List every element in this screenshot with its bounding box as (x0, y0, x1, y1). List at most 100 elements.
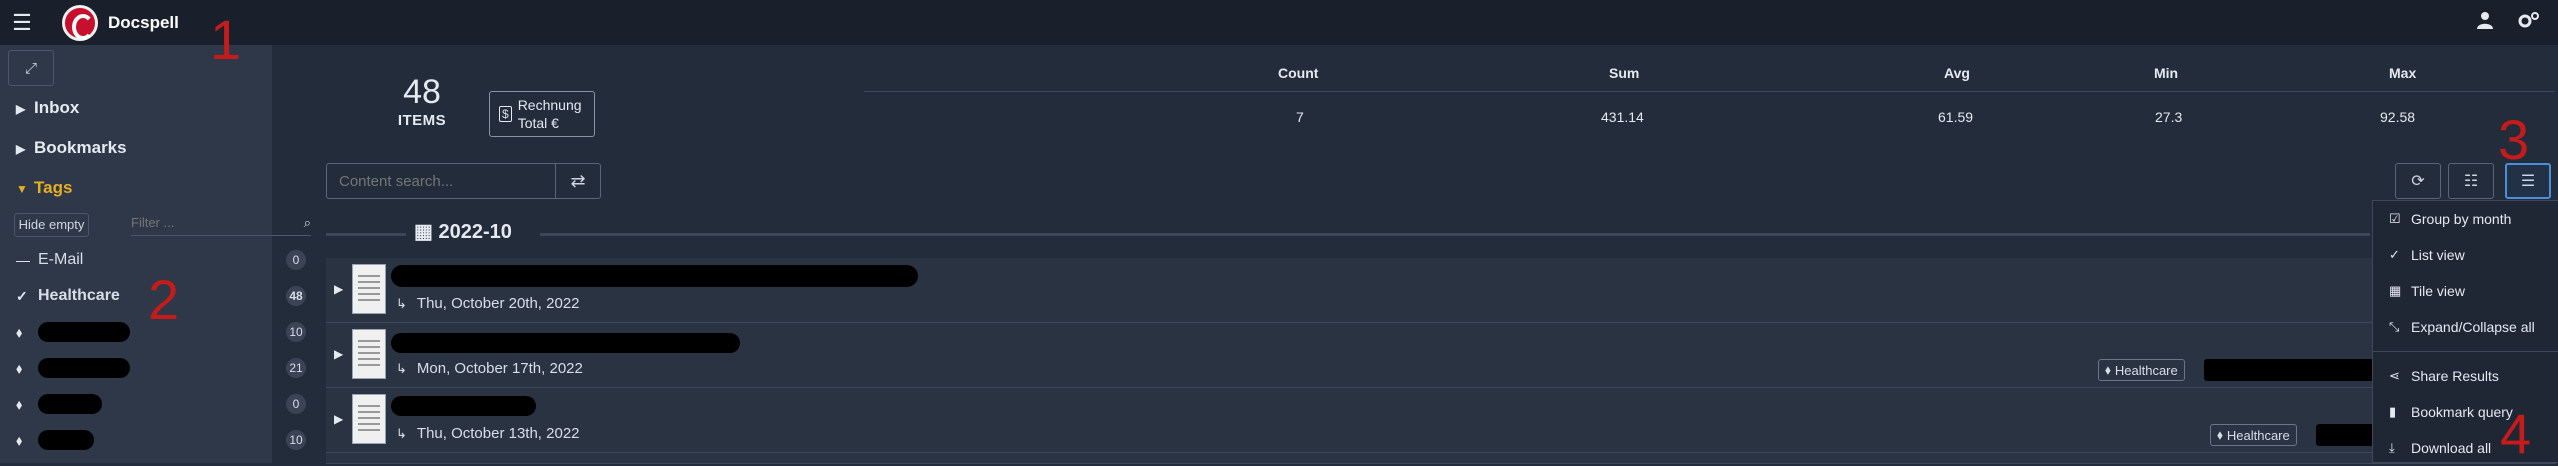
group-label: 2022-10 (438, 221, 512, 243)
document-thumbnail[interactable] (352, 394, 386, 444)
item-date: ↳ Thu, October 20th, 2022 (396, 295, 580, 312)
caret-right-icon: ▶ (16, 102, 26, 116)
item-card[interactable]: ▶ ↳ Mon, October 17th, 2022 ⬧ Healthcare (326, 323, 2556, 388)
redacted-item-title (391, 396, 536, 416)
top-right-controls (2476, 0, 2540, 45)
tag-item[interactable]: ⬧ 10 (16, 425, 306, 455)
group-header: ▦ 2022-10 (414, 219, 512, 244)
money-icon: $ (499, 106, 512, 122)
item-date: ↳ Mon, October 17th, 2022 (396, 360, 583, 377)
menu-divider (2373, 351, 2558, 352)
caret-right-icon[interactable]: ▶ (334, 412, 343, 426)
stats-divider (864, 91, 2554, 92)
collapse-icon: ⤡ (2389, 319, 2400, 334)
check-icon: ✓ (16, 287, 28, 304)
sidebar: ⤢ ▶Inbox ▶Bookmarks ▼Tags Hide empty ⌕ —… (0, 45, 311, 463)
items-count: 48 ITEMS (382, 73, 462, 129)
group-divider-right (540, 233, 2370, 236)
tag-item[interactable]: ⬧ 21 (16, 353, 306, 383)
sidebar-item-inbox[interactable]: ▶ Inbox (16, 98, 79, 118)
menu-item-list-view[interactable]: ✓ List view (2373, 237, 2558, 273)
redacted-item-title (391, 265, 918, 287)
sidebar-item-tags[interactable]: ▼ Tags (16, 178, 72, 198)
hamburger-menu-icon[interactable]: ☰ (0, 0, 44, 45)
corner-arrow-icon: ↳ (396, 296, 407, 311)
docspell-logo[interactable] (62, 4, 98, 41)
redacted-tag-label (38, 358, 130, 378)
tag-icon: ⬧ (16, 395, 23, 412)
caret-right-icon[interactable]: ▶ (334, 282, 343, 296)
corner-arrow-icon: ↳ (396, 426, 407, 441)
stats-value-sum: 431.14 (1601, 109, 1644, 125)
checkbox-checked-icon: ☑ (2389, 211, 2401, 226)
annotation-3: 3 (2498, 108, 2530, 171)
caret-down-icon: ▼ (16, 182, 28, 196)
tag-pill: ⬧ Healthcare (2210, 424, 2297, 446)
stats-value-avg: 61.59 (1938, 109, 1974, 125)
stats-header-count: Count (1278, 65, 1319, 81)
redacted-item-title (391, 333, 740, 353)
menu-item-share-results[interactable]: ⋖ Share Results (2373, 358, 2558, 394)
redacted-tag-pill (2316, 424, 2376, 446)
menu-item-tile-view[interactable]: ▦ Tile view (2373, 273, 2558, 309)
check-icon: ✓ (2389, 247, 2400, 262)
tag-pill: ⬧ Healthcare (2098, 359, 2185, 381)
hide-empty-button[interactable]: Hide empty (14, 213, 89, 237)
stats-header-min: Min (2154, 65, 2179, 81)
stats-value-max: 92.58 (2380, 109, 2416, 125)
tag-icon: ⬧ (2217, 427, 2223, 442)
annotation-2: 2 (148, 268, 180, 331)
sidebar-item-bookmarks[interactable]: ▶ Bookmarks (16, 138, 127, 158)
document-thumbnail[interactable] (352, 329, 386, 379)
content-search-input[interactable] (327, 164, 551, 199)
menu-item-expand-collapse-all[interactable]: ⤡ Expand/Collapse all (2373, 309, 2558, 345)
stats-value-min: 27.3 (2155, 109, 2183, 125)
tag-icon: ⬧ (16, 359, 23, 376)
redacted-tag-label (38, 394, 102, 414)
corner-arrow-icon: ↳ (396, 361, 407, 376)
document-thumbnail[interactable] (352, 264, 386, 314)
redacted-tag-label (38, 322, 130, 342)
field-name: Rechnung (517, 97, 582, 113)
bookmark-icon: ▮ (2389, 404, 2397, 419)
main-content: 48 ITEMS $ Rechnung Total € Count Sum Av… (272, 45, 2558, 464)
tag-item[interactable]: ⬧ 0 (16, 389, 306, 419)
item-date: ↳ Thu, October 13th, 2022 (396, 425, 580, 442)
refresh-icon[interactable]: ⟳ (2395, 163, 2441, 199)
caret-right-icon[interactable]: ▶ (334, 347, 343, 361)
menu-item-group-by-month[interactable]: ☑ Group by month (2373, 201, 2558, 237)
caret-right-icon: ▶ (16, 142, 26, 156)
redacted-tag-label (38, 430, 94, 450)
tag-icon: ⬧ (16, 431, 23, 448)
items-count-label: ITEMS (397, 112, 447, 129)
item-card[interactable] (326, 453, 2556, 464)
stats-header-avg: Avg (1944, 65, 1970, 81)
tag-icon: ⬧ (2105, 362, 2111, 377)
download-icon: ⤓ (2389, 440, 2395, 455)
items-count-value: 48 (403, 73, 441, 111)
tag-filter-input[interactable] (131, 213, 291, 232)
tag-label: Healthcare (38, 287, 120, 304)
select-mode-icon[interactable]: ☷ (2448, 163, 2494, 199)
tag-label: E-Mail (38, 251, 84, 268)
calendar-icon: ▦ (414, 221, 433, 243)
item-card[interactable]: ▶ ↳ Thu, October 13th, 2022 ⬧ Healthcare (326, 388, 2556, 453)
stats-header-max: Max (2389, 65, 2417, 81)
field-label: Total € (517, 115, 559, 131)
settings-icon[interactable] (2518, 11, 2540, 35)
content-search (326, 163, 556, 199)
share-icon: ⋖ (2389, 368, 2400, 383)
stats-value-count: 7 (1296, 109, 1304, 125)
tag-icon: ⬧ (16, 323, 23, 340)
annotation-4: 4 (2500, 402, 2532, 465)
grid-icon: ▦ (2389, 283, 2402, 298)
item-card[interactable]: ▶ ↳ Thu, October 20th, 2022 (326, 258, 2556, 323)
app-name[interactable]: Docspell (108, 13, 179, 33)
expand-sidebar-icon[interactable]: ⤢ (8, 50, 54, 86)
search-mode-toggle-icon[interactable]: ⇄ (555, 163, 601, 199)
minus-icon: — (16, 252, 30, 268)
annotation-1: 1 (210, 8, 242, 71)
user-icon[interactable] (2476, 11, 2494, 35)
stats-header-sum: Sum (1609, 65, 1640, 81)
redacted-tag-pill (2204, 359, 2374, 381)
